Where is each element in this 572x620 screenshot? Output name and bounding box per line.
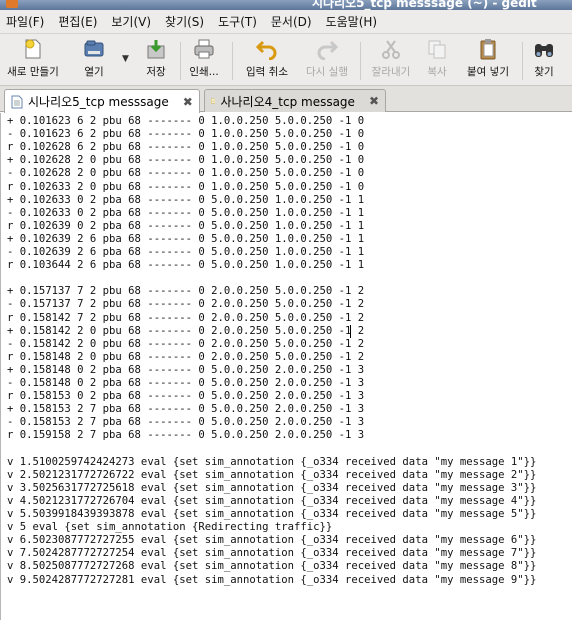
paste-clipboard-icon — [480, 39, 496, 60]
text-line: - 0.102633 0 2 pba 68 ------- 0 5.0.0.25… — [7, 206, 365, 219]
undo-icon — [256, 40, 277, 60]
text-line: r 0.159158 2 7 pba 68 ------- 0 5.0.0.25… — [7, 429, 365, 442]
text-line: r 0.158142 7 2 pbu 68 ------- 0 2.0.0.25… — [7, 311, 365, 324]
text-line: v 9.5024287772727281 eval {set sim_annot… — [7, 573, 537, 586]
title-bar: 시나리오5_tcp messsage (~) - gedit — [0, 0, 572, 10]
menu-edit[interactable]: 편집(E) — [58, 13, 97, 30]
text-line: - 0.101623 6 2 pbu 68 ------- 0 1.0.0.25… — [7, 128, 365, 141]
text-editor-area[interactable]: + 0.101623 6 2 pbu 68 ------- 0 1.0.0.25… — [0, 113, 572, 620]
menu-help[interactable]: 도움말(H) — [326, 13, 378, 30]
text-line: + 0.101623 6 2 pbu 68 ------- 0 1.0.0.25… — [7, 115, 365, 127]
undo-button[interactable]: 입력 취소 — [240, 38, 294, 84]
text-line: v 6.5023087772727255 eval {set sim_annot… — [7, 534, 537, 547]
new-button[interactable]: 새로 만들기 — [4, 38, 62, 84]
save-icon — [147, 40, 165, 59]
text-document-icon — [11, 95, 23, 108]
menu-search[interactable]: 찾기(S) — [165, 13, 204, 30]
text-line: r 0.102628 6 2 pbu 68 ------- 0 1.0.0.25… — [7, 141, 365, 154]
paste-button[interactable]: 붙여 넣기 — [460, 38, 516, 84]
find-button[interactable]: 찾기 — [528, 38, 560, 84]
gedit-app-icon — [6, 0, 18, 8]
text-line: r 0.158148 2 0 pbu 68 ------- 0 2.0.0.25… — [7, 350, 365, 363]
close-tab-icon[interactable]: ✖ — [369, 94, 379, 108]
close-tab-icon[interactable]: ✖ — [183, 95, 193, 109]
copy-icon — [428, 40, 446, 59]
text-line: + 0.102628 2 0 pbu 68 ------- 0 1.0.0.25… — [7, 154, 365, 167]
text-line: - 0.157137 7 2 pbu 68 ------- 0 2.0.0.25… — [7, 298, 365, 311]
open-recent-dropdown-icon[interactable]: ▼ — [122, 54, 129, 64]
binoculars-icon — [535, 44, 553, 57]
window-title: 시나리오5_tcp messsage (~) - gedit — [312, 0, 537, 10]
text-line: v 5.5039918439393878 eval {set sim_annot… — [7, 508, 537, 520]
text-line: v 1.5100259742424273 eval {set sim_annot… — [7, 455, 537, 468]
text-line: v 4.5021231772726704 eval {set sim_annot… — [7, 494, 537, 507]
text-line: v 7.5024287772727254 eval {set sim_annot… — [7, 547, 537, 560]
print-button[interactable]: 인쇄... — [184, 38, 224, 84]
save-button[interactable]: 저장 — [138, 38, 174, 84]
tab-label: 시나리오5_tcp messsage — [28, 95, 169, 109]
tab-label: 사나리오4_tcp message — [220, 94, 355, 109]
text-cursor — [350, 324, 351, 338]
scissors-icon — [382, 40, 400, 59]
text-line: r 0.103644 2 6 pba 68 ------- 0 5.0.0.25… — [7, 259, 365, 272]
printer-icon — [194, 39, 214, 59]
text-line: - 0.158153 2 7 pba 68 ------- 0 5.0.0.25… — [7, 416, 365, 429]
text-line: + 0.158148 0 2 pba 68 ------- 0 5.0.0.25… — [7, 363, 365, 376]
menu-bar: 파일(F) 편집(E) 보기(V) 찾기(S) 도구(T) 문서(D) 도움말(… — [0, 10, 572, 34]
text-line: v 3.5025631772725618 eval {set sim_annot… — [7, 481, 537, 494]
text-line: r 0.158153 0 2 pba 68 ------- 0 5.0.0.25… — [7, 390, 365, 403]
toolbar: 새로 만들기 열기 ▼ 저장 인쇄... 입력 취소 다시 실행 잘라내기 복사… — [0, 34, 572, 86]
toolbar-separator — [232, 42, 233, 80]
tab-scenario5[interactable]: 시나리오5_tcp messsage ✖ — [4, 89, 200, 113]
text-line: + 0.158142 2 0 pbu 68 ------- 0 2.0.0.25… — [7, 324, 365, 337]
text-line: - 0.102628 2 0 pbu 68 ------- 0 1.0.0.25… — [7, 167, 365, 180]
redo-icon — [317, 40, 338, 60]
text-line: + 0.102633 0 2 pba 68 ------- 0 5.0.0.25… — [7, 193, 365, 206]
text-line: v 2.5021231772726722 eval {set sim_annot… — [7, 468, 537, 481]
toolbar-separator — [180, 42, 181, 80]
document-tab-bar: 시나리오5_tcp messsage ✖ 사나리오4_tcp message ✖ — [0, 86, 572, 113]
text-line: r 0.102633 2 0 pbu 68 ------- 0 1.0.0.25… — [7, 180, 365, 193]
text-line: r 0.102639 0 2 pba 68 ------- 0 5.0.0.25… — [7, 219, 365, 232]
menu-view[interactable]: 보기(V) — [111, 13, 151, 30]
text-line: + 0.158153 2 7 pba 68 ------- 0 5.0.0.25… — [7, 403, 365, 416]
menu-documents[interactable]: 문서(D) — [271, 13, 312, 30]
new-document-icon — [25, 39, 41, 59]
copy-button[interactable]: 복사 — [422, 38, 452, 84]
text-line: v 8.5025087772727268 eval {set sim_annot… — [7, 560, 537, 573]
menu-file[interactable]: 파일(F) — [6, 13, 44, 30]
text-line: - 0.158142 2 0 pbu 68 ------- 0 2.0.0.25… — [7, 337, 365, 350]
toolbar-separator — [522, 42, 523, 80]
text-line: + 0.102639 2 6 pba 68 ------- 0 5.0.0.25… — [7, 232, 365, 245]
text-line: - 0.102639 2 6 pba 68 ------- 0 5.0.0.25… — [7, 246, 365, 258]
text-document-icon — [211, 98, 216, 104]
cut-button[interactable]: 잘라내기 — [366, 38, 416, 84]
open-folder-icon — [84, 40, 104, 57]
tab-scenario4[interactable]: 사나리오4_tcp message ✖ — [204, 89, 386, 112]
text-line: v 5 eval {set sim_annotation {Redirectin… — [7, 521, 333, 534]
toolbar-separator — [360, 42, 361, 80]
menu-tools[interactable]: 도구(T) — [218, 13, 257, 30]
redo-button[interactable]: 다시 실행 — [300, 38, 354, 84]
open-button[interactable]: 열기 — [74, 38, 114, 84]
text-line: + 0.157137 7 2 pbu 68 ------- 0 2.0.0.25… — [7, 285, 365, 298]
text-line: - 0.158148 0 2 pba 68 ------- 0 5.0.0.25… — [7, 377, 365, 389]
